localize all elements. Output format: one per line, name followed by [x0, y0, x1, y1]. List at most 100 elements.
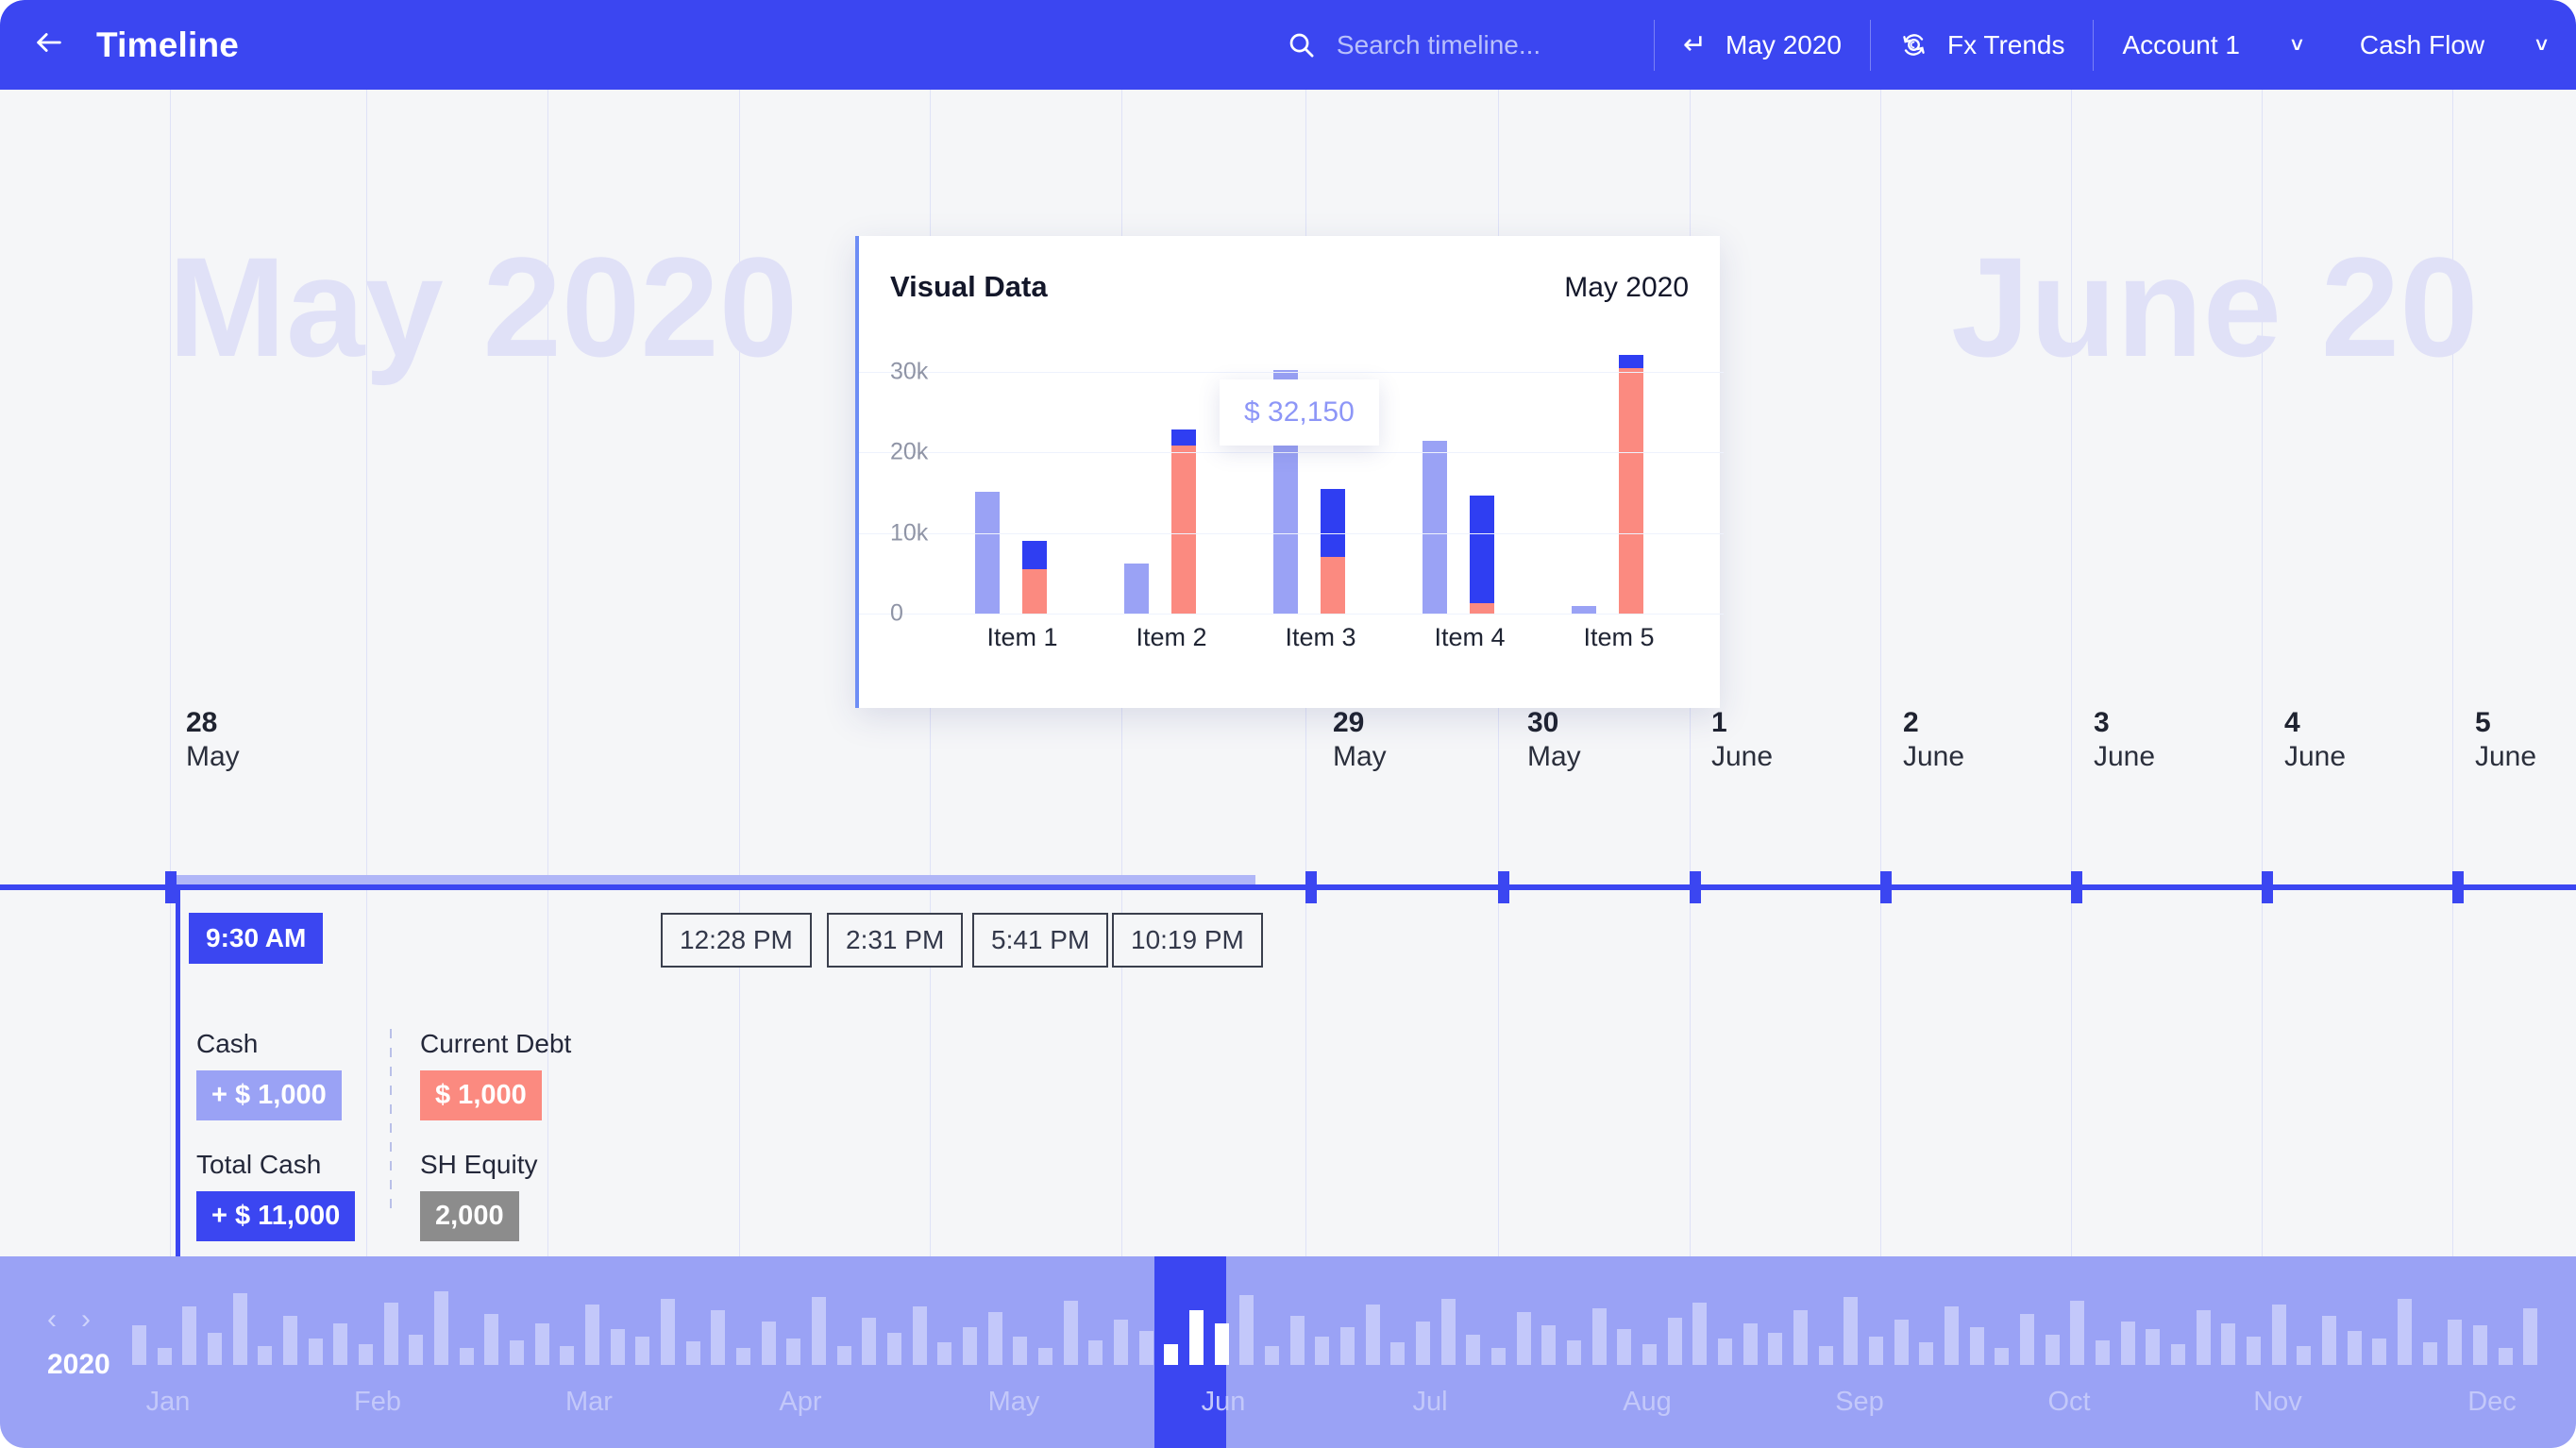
navigator-bar [661, 1299, 675, 1365]
chart-gridline [859, 372, 1724, 374]
event-time-chip[interactable]: 10:19 PM [1112, 913, 1263, 968]
navigator-bar [2422, 1342, 2437, 1365]
visual-data-card[interactable]: Visual Data May 2020 $ 32,150 0 10k 20k 30k… [855, 236, 1724, 708]
chart-bar-segment [1423, 441, 1447, 614]
navigator-bar [812, 1297, 826, 1365]
navigator-bar [1239, 1295, 1254, 1365]
navigator-bar [2247, 1337, 2261, 1365]
date-filter-button[interactable]: ↵ May 2020 [1655, 0, 1870, 90]
date-marker[interactable]: 1 June [1711, 708, 1773, 775]
chart-bar-group[interactable] [1545, 340, 1694, 614]
navigator-bar [1995, 1348, 2010, 1365]
navigator-bar [459, 1348, 474, 1365]
account-selector[interactable]: Account 1 ˅ [2094, 0, 2331, 90]
navigator-bar [383, 1303, 398, 1365]
arrow-left-icon [33, 26, 65, 63]
search-input[interactable] [1336, 29, 1620, 60]
navigator-bar [1265, 1346, 1279, 1365]
chart-bar-segment [1124, 564, 1149, 614]
date-number: 30 [1527, 707, 1559, 738]
column-gridline [2452, 90, 2453, 1256]
navigator-month-label[interactable]: May [988, 1387, 1040, 1418]
navigator-bar [2498, 1348, 2513, 1365]
back-button[interactable] [25, 21, 74, 70]
date-marker[interactable]: 30 May [1527, 708, 1581, 775]
chart-bar-cash[interactable] [1124, 564, 1149, 614]
stat-block: Cash + $ 1,000 [196, 1029, 342, 1120]
axis-tick [2452, 871, 2464, 903]
date-marker[interactable]: 3 June [2094, 708, 2155, 775]
navigator-bar [333, 1323, 348, 1365]
chart-y-tick-label: 30k [890, 358, 929, 385]
chart-bar-stacked[interactable] [1022, 541, 1047, 614]
navigator-bar [2096, 1340, 2110, 1365]
navigator-month-label[interactable]: Jun [1202, 1387, 1246, 1418]
event-time-chip[interactable]: 12:28 PM [661, 913, 812, 968]
navigator-month-label[interactable]: Apr [779, 1387, 821, 1418]
view-selector[interactable]: Cash Flow ˅ [2332, 0, 2576, 90]
navigator-month-label[interactable]: Nov [2253, 1387, 2302, 1418]
chevron-left-icon[interactable]: ‹ [47, 1305, 57, 1334]
search-icon [1287, 30, 1316, 59]
navigator-bars [0, 1256, 2576, 1448]
event-time-chip[interactable]: 5:41 PM [972, 913, 1109, 968]
chart-bar-group[interactable] [949, 340, 1098, 614]
event-time-chip[interactable]: 2:31 PM [827, 913, 964, 968]
date-month: June [2284, 740, 2347, 772]
column-gridline [170, 90, 171, 1256]
chart-gridline [859, 532, 1724, 534]
navigator-month-label[interactable]: Jan [146, 1387, 191, 1418]
date-marker[interactable]: 29 May [1333, 708, 1387, 775]
navigator-bar [1945, 1306, 1959, 1365]
navigator-bar [2473, 1325, 2487, 1365]
navigator-bar [1491, 1348, 1506, 1365]
date-month: June [1903, 740, 1965, 772]
navigator-month-label[interactable]: Feb [354, 1387, 401, 1418]
chart-bar-segment-debt [1619, 367, 1643, 614]
chart-bar-stacked[interactable] [1470, 496, 1494, 614]
chart-bar-stacked[interactable] [1321, 488, 1345, 614]
chart-tooltip: $ 32,150 [1220, 379, 1379, 446]
date-marker[interactable]: 4 June [2284, 708, 2346, 775]
navigator-bar [208, 1333, 222, 1365]
chart-bar-stacked[interactable] [1619, 354, 1643, 614]
card-header: Visual Data May 2020 [859, 236, 1720, 304]
timeline-axis[interactable] [0, 884, 2576, 890]
navigator-bar [1365, 1305, 1380, 1365]
navigator-month-label[interactable]: Dec [2467, 1387, 2517, 1418]
stat-block: Current Debt $ 1,000 [420, 1029, 571, 1120]
navigator-bar [1768, 1333, 1783, 1365]
axis-tick [1690, 871, 1701, 903]
chart-bar-cash[interactable] [1572, 606, 1596, 614]
year-navigator[interactable]: ‹ › 2020 Jan Feb Mar Apr May Jun Jul Aug Sep Oct N… [0, 1256, 2576, 1448]
navigator-month-label[interactable]: Oct [2047, 1387, 2090, 1418]
navigator-bar [1667, 1318, 1682, 1365]
event-time-chip[interactable]: 9:30 AM [189, 913, 324, 964]
navigator-bar [1063, 1301, 1078, 1365]
navigator-month-label[interactable]: Sep [1835, 1387, 1884, 1418]
chart-bar-cash[interactable] [975, 492, 1000, 614]
navigator-bar [585, 1305, 599, 1365]
card-title: Visual Data [890, 270, 1048, 303]
navigator-bar [182, 1306, 197, 1365]
date-month: June [2475, 740, 2537, 772]
chart-bar-stacked[interactable] [1171, 429, 1196, 614]
chart-bar-group[interactable] [1396, 340, 1545, 614]
navigator-month-label[interactable]: Aug [1623, 1387, 1672, 1418]
navigator-month-label[interactable]: Mar [565, 1387, 613, 1418]
chart-bar-cash[interactable] [1423, 441, 1447, 614]
fx-trends-button[interactable]: Fx Trends [1871, 0, 2093, 90]
chevron-right-icon[interactable]: › [81, 1305, 91, 1334]
date-marker[interactable]: 2 June [1903, 708, 1964, 775]
navigator-bar [2196, 1310, 2211, 1365]
navigator-bar [1088, 1340, 1103, 1365]
date-marker[interactable]: 28 May [186, 708, 240, 775]
date-marker[interactable]: 5 June [2475, 708, 2536, 775]
timeline-app: Timeline ↵ May 2020 [0, 0, 2576, 1448]
app-header: Timeline ↵ May 2020 [0, 0, 2576, 90]
navigator-bar [2347, 1331, 2362, 1365]
navigator-bar [1138, 1331, 1153, 1365]
navigator-bar [1466, 1335, 1481, 1365]
search-box[interactable] [1258, 0, 1654, 90]
navigator-month-label[interactable]: Jul [1412, 1387, 1447, 1418]
